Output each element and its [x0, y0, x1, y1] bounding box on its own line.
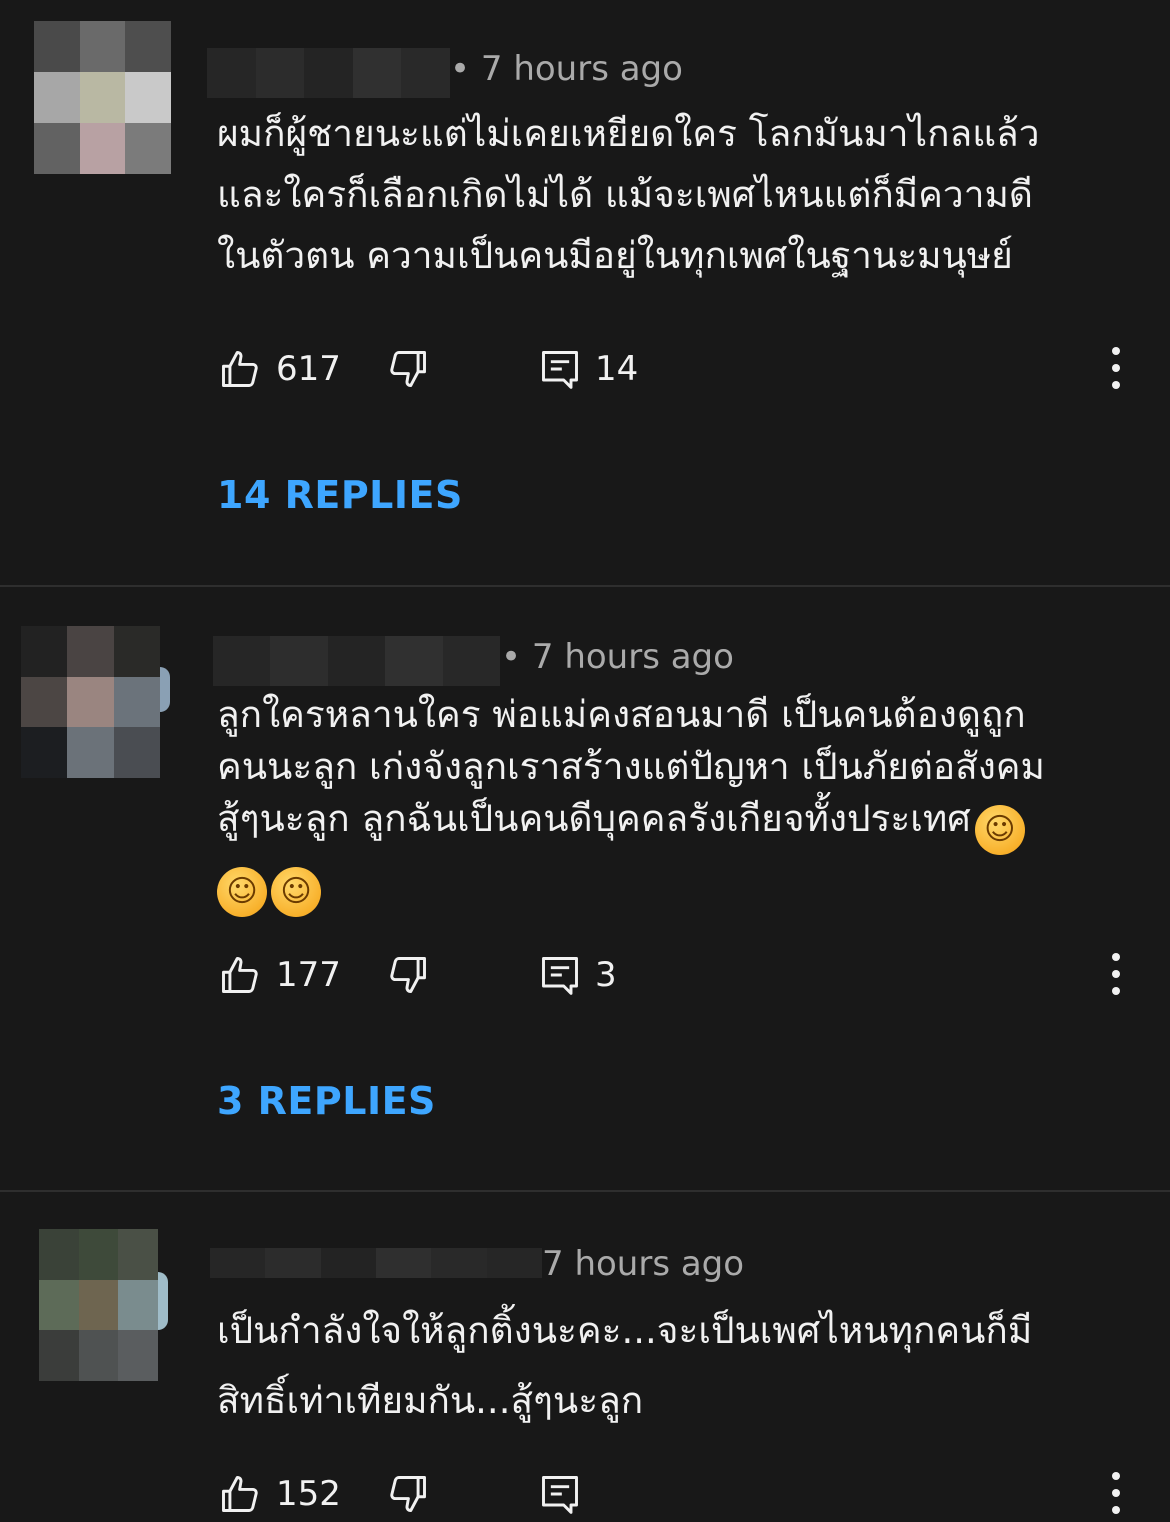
- reply-count: 3: [595, 955, 617, 995]
- relieved-face-emoji: ☺: [217, 867, 267, 917]
- reply-count: 14: [595, 349, 639, 389]
- comment-text-line: ☺ ☺: [213, 855, 1117, 917]
- comment-meta: • 7 hours ago: [501, 637, 734, 677]
- comment-time: 7 hours ago: [531, 637, 734, 677]
- avatar-edge: [158, 1272, 168, 1330]
- author-name-redacted[interactable]: [210, 1248, 542, 1278]
- comment-text-segment: สู้ๆนะลูก ลูกฉันเป็นคนดีบุคคลรังเกียจทั้…: [217, 797, 971, 840]
- comment-text: เป็นกำลังใจให้ลูกติ้งนะคะ...จะเป็นเพศไหน…: [217, 1296, 1117, 1436]
- avatar[interactable]: [39, 1229, 158, 1381]
- view-replies-link[interactable]: 14 REPLIES: [217, 472, 463, 518]
- separator-dot: •: [450, 49, 471, 89]
- comment-meta: 7 hours ago: [542, 1244, 744, 1284]
- comment-time: 7 hours ago: [542, 1244, 745, 1284]
- comment-icon[interactable]: [538, 1472, 582, 1516]
- more-vert-icon[interactable]: [1104, 1468, 1128, 1520]
- comment-text-line: ผมก็ผู้ชายนะแต่ไม่เคยเหยียดใคร โลกมันมาไ…: [217, 112, 1040, 155]
- thumbs-down-icon[interactable]: [386, 347, 430, 391]
- comment-text-line: สู้ๆนะลูก ลูกฉันเป็นคนดีบุคคลรังเกียจทั้…: [217, 793, 1117, 855]
- thumbs-up-icon[interactable]: [218, 953, 262, 997]
- more-vert-icon[interactable]: [1104, 343, 1128, 395]
- avatar[interactable]: [21, 626, 160, 778]
- like-count: 152: [276, 1474, 341, 1514]
- thumbs-up-icon[interactable]: [218, 347, 262, 391]
- comment-text-line: เป็นกำลังใจให้ลูกติ้งนะคะ...จะเป็นเพศไหน…: [217, 1309, 1033, 1352]
- comment-text-line: และใครก็เลือกเกิดไม่ได้ แม้จะเพศไหนแต่ก็…: [217, 173, 1033, 216]
- avatar[interactable]: [34, 21, 171, 174]
- thumbs-down-icon[interactable]: [386, 1472, 430, 1516]
- comment-text: ลูกใครหลานใคร พ่อแม่คงสอนมาดี เป็นคนต้อง…: [217, 689, 1117, 917]
- comment-meta: • 7 hours ago: [450, 49, 683, 89]
- comment-text-line: คนนะลูก เก่งจังลูกเราสร้างแต่ปัญหา เป็นภ…: [217, 745, 1045, 788]
- comment-text-line: ในตัวตน ความเป็นคนมีอยู่ในทุกเพศในฐานะมน…: [217, 234, 1013, 277]
- relieved-face-emoji: ☺: [271, 867, 321, 917]
- comment-icon[interactable]: [538, 953, 582, 997]
- relieved-face-emoji: ☺: [974, 805, 1025, 855]
- thumbs-down-icon[interactable]: [386, 953, 430, 997]
- comment-actions: 617 14: [0, 347, 1170, 397]
- separator-dot: •: [501, 637, 522, 677]
- comment-text: ผมก็ผู้ชายนะแต่ไม่เคยเหยียดใคร โลกมันมาไ…: [217, 103, 1117, 286]
- view-replies-link[interactable]: 3 REPLIES: [217, 1078, 436, 1124]
- comment-text-line: ลูกใครหลานใคร พ่อแม่คงสอนมาดี เป็นคนต้อง…: [217, 693, 1026, 736]
- author-name-redacted[interactable]: [213, 636, 501, 686]
- comment-actions: 177 3: [0, 953, 1170, 1003]
- like-count: 617: [276, 349, 341, 389]
- thumbs-up-icon[interactable]: [218, 1472, 262, 1516]
- like-count: 177: [276, 955, 341, 995]
- comment-time: 7 hours ago: [480, 49, 683, 89]
- comment-1: • 7 hours ago ผมก็ผู้ชายนะแต่ไม่เคยเหยีย…: [0, 0, 1170, 585]
- comment-2: • 7 hours ago ลูกใครหลานใคร พ่อแม่คงสอนม…: [0, 587, 1170, 1190]
- comment-actions: 152: [0, 1472, 1170, 1522]
- comment-3: 7 hours ago เป็นกำลังใจให้ลูกติ้งนะคะ...…: [0, 1192, 1170, 1516]
- comment-text-line: สิทธิ์เท่าเทียมกัน...สู้ๆนะลูก: [217, 1379, 644, 1422]
- comment-icon[interactable]: [538, 347, 582, 391]
- more-vert-icon[interactable]: [1104, 949, 1128, 1001]
- avatar-edge: [160, 667, 170, 712]
- author-name-redacted[interactable]: [207, 48, 450, 98]
